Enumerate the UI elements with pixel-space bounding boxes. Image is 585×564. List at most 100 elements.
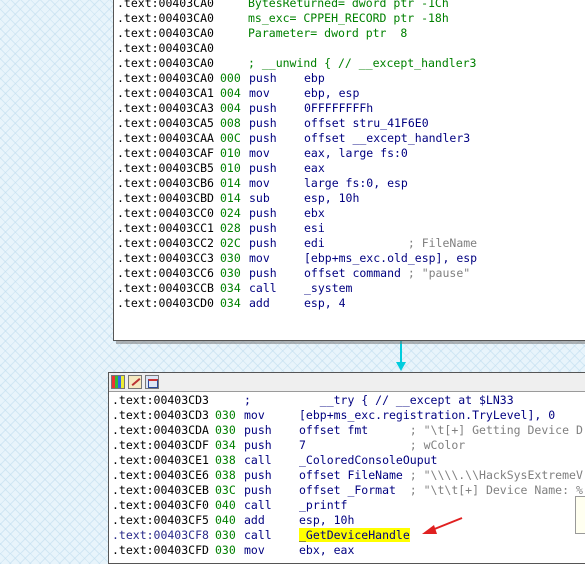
mnemonic: call [244, 498, 272, 512]
operands[interactable]: esp, 10h [299, 513, 354, 527]
operands[interactable]: offset FileName [299, 468, 403, 482]
code-block-top[interactable]: .text:00403CA0 BytesReturned= dword ptr -… [113, 0, 585, 341]
mnemonic: add [244, 513, 265, 527]
operands[interactable]: large fs:0, esp [304, 176, 408, 190]
stack-pointer: 028 [220, 221, 241, 235]
operands[interactable]: edi [304, 236, 325, 250]
code-line[interactable]: .text:00403CC3 030 mov [ebp+ms_exc.old_esp]… [117, 251, 585, 266]
line-address: .text:00403CB5 [117, 161, 214, 175]
color-palette-icon[interactable] [111, 375, 125, 389]
operands[interactable]: offset _Format [299, 483, 396, 497]
operands[interactable]: _printf [299, 498, 347, 512]
line-address: .text:00403CA1 [117, 86, 214, 100]
stack-variable-def: ms_exc= CPPEH_RECORD ptr -18h [248, 11, 449, 25]
code-line[interactable]: .text:00403CAA 00C push offset __except_han… [117, 131, 585, 146]
code-line[interactable]: .text:00403CFD 030 mov ebx, eax [112, 543, 585, 558]
line-address: .text:00403CA5 [117, 116, 214, 130]
code-line[interactable]: .text:00403CB6 014 mov large fs:0, esp [117, 176, 585, 191]
code-line[interactable]: .text:00403CC0 024 push ebx [117, 206, 585, 221]
code-line[interactable]: .text:00403CC2 02C push edi ; FileName [117, 236, 585, 251]
code-line[interactable]: .text:00403CA3 004 push 0FFFFFFFFh [117, 101, 585, 116]
code-line[interactable]: .text:00403CA5 008 push offset stru_41F6E0 [117, 116, 585, 131]
operands[interactable]: _GetDeviceHandle [299, 528, 410, 542]
operands[interactable]: offset fmt [299, 423, 368, 437]
edit-node-icon[interactable] [128, 375, 142, 389]
code-line[interactable]: .text:00403CB5 010 push eax [117, 161, 585, 176]
operands[interactable]: ebp, esp [304, 86, 359, 100]
mnemonic: sub [249, 191, 270, 205]
operands[interactable]: eax [304, 161, 325, 175]
code-line[interactable]: .text:00403CA0 Parameter= dword ptr 8 [117, 26, 585, 41]
operands[interactable]: offset __except_handler3 [304, 131, 470, 145]
operands[interactable]: _system [304, 281, 352, 295]
line-address: .text:00403CAA [117, 131, 214, 145]
operands[interactable]: esp, 10h [304, 191, 359, 205]
code-line[interactable]: .text:00403CD3 030 mov [ebp+ms_exc.registra… [112, 408, 585, 423]
code-line[interactable]: .text:00403CA0 ms_exc= CPPEH_RECORD ptr -… [117, 11, 585, 26]
operands[interactable]: ebx, eax [299, 543, 354, 557]
stack-pointer: 02C [220, 236, 241, 250]
code-line[interactable]: .text:00403CC6 030 push offset command ; "p… [117, 266, 585, 281]
mnemonic: mov [249, 176, 270, 190]
operands[interactable]: ebp [304, 71, 325, 85]
operands[interactable]: [ebp+ms_exc.old_esp], esp [304, 251, 477, 265]
code-line[interactable]: .text:00403CA0 ; __unwind { // __except_h… [117, 56, 585, 71]
stack-pointer: 010 [220, 146, 241, 160]
operands[interactable]: esi [304, 221, 325, 235]
code-lines: .text:00403CA0 BytesReturned= dword ptr -… [114, 0, 585, 311]
operands[interactable]: ebx [304, 206, 325, 220]
stack-pointer: 010 [220, 161, 241, 175]
code-line[interactable]: .text:00403CDF 034 push 7 ; wColor [112, 438, 585, 453]
operands[interactable]: offset stru_41F6E0 [304, 116, 429, 130]
mnemonic: push [244, 483, 272, 497]
stack-pointer: 038 [215, 453, 236, 467]
code-line[interactable]: .text:00403CAF 010 mov eax, large fs:0 [117, 146, 585, 161]
code-line[interactable]: .text:00403CF0 040 call _printf [112, 498, 585, 513]
line-address: .text:00403CA0 [117, 71, 214, 85]
line-address: .text:00403CFD [112, 543, 209, 557]
mnemonic: push [249, 71, 277, 85]
line-address: .text:00403CC6 [117, 266, 214, 280]
operands[interactable]: offset command [304, 266, 401, 280]
operands[interactable]: eax, large fs:0 [304, 146, 408, 160]
code-line[interactable]: .text:00403CE1 038 call _ColoredConsoleOupu… [112, 453, 585, 468]
code-block-bottom[interactable]: .text:00403CD3; __try { // __except at $… [108, 372, 585, 564]
code-line[interactable]: .text:00403CDA 030 push offset fmt ; "\t[+]… [112, 423, 585, 438]
code-line[interactable]: .text:00403CF5 040 add esp, 10h [112, 513, 585, 528]
operands[interactable]: _ColoredConsoleOuput [299, 453, 437, 467]
stack-variable-def: Parameter= dword ptr 8 [248, 26, 408, 40]
operands[interactable]: __try { // __except at $LN33 [299, 393, 514, 407]
code-line[interactable]: .text:00403CD0 034 add esp, 4 [117, 296, 585, 311]
code-line[interactable]: .text:00403CC1 028 push esi [117, 221, 585, 236]
code-line[interactable]: .text:00403CEB 03C push offset _Format ; "\… [112, 483, 585, 498]
code-line[interactable]: .text:00403CE6 038 push offset FileName ; "… [112, 468, 585, 483]
line-address: .text:00403CF0 [112, 498, 209, 512]
code-line[interactable]: .text:00403CA0 [117, 41, 585, 56]
line-address: .text:00403CA0 [117, 41, 214, 55]
operands[interactable]: esp, 4 [304, 296, 346, 310]
mnemonic: push [244, 438, 272, 452]
code-line[interactable]: .text:00403CA1 004 mov ebp, esp [117, 86, 585, 101]
operands[interactable]: 0FFFFFFFFh [304, 101, 373, 115]
mnemonic: push [249, 131, 277, 145]
code-line[interactable]: .text:00403CCB 034 call _system [117, 281, 585, 296]
line-address: .text:00403CA3 [117, 101, 214, 115]
operands[interactable]: [ebp+ms_exc.registration.TryLevel], 0 [299, 408, 555, 422]
mnemonic: push [249, 101, 277, 115]
code-line[interactable]: .text:00403CA0 000 push ebp [117, 71, 585, 86]
line-address: .text:00403CC0 [117, 206, 214, 220]
stack-pointer: 03C [215, 483, 236, 497]
mnemonic: mov [249, 146, 270, 160]
stack-pointer: 030 [215, 408, 236, 422]
line-address: .text:00403CD3 [112, 408, 209, 422]
mnemonic: ; [244, 393, 251, 407]
code-line[interactable]: .text:00403CBD 014 sub esp, 10h [117, 191, 585, 206]
line-address: .text:00403CF5 [112, 513, 209, 527]
code-line[interactable]: .text:00403CA0 BytesReturned= dword ptr -… [117, 0, 585, 11]
line-address: .text:00403CE1 [112, 453, 209, 467]
code-line[interactable]: .text:00403CD3; __try { // __except at $… [112, 393, 585, 408]
comment: ; "\t[+] Getting Device D [368, 423, 583, 437]
graph-overview-icon[interactable] [145, 375, 159, 389]
code-line[interactable]: .text:00403CF8 030 call _GetDeviceHandle [112, 528, 585, 543]
operands[interactable]: 7 [299, 438, 306, 452]
